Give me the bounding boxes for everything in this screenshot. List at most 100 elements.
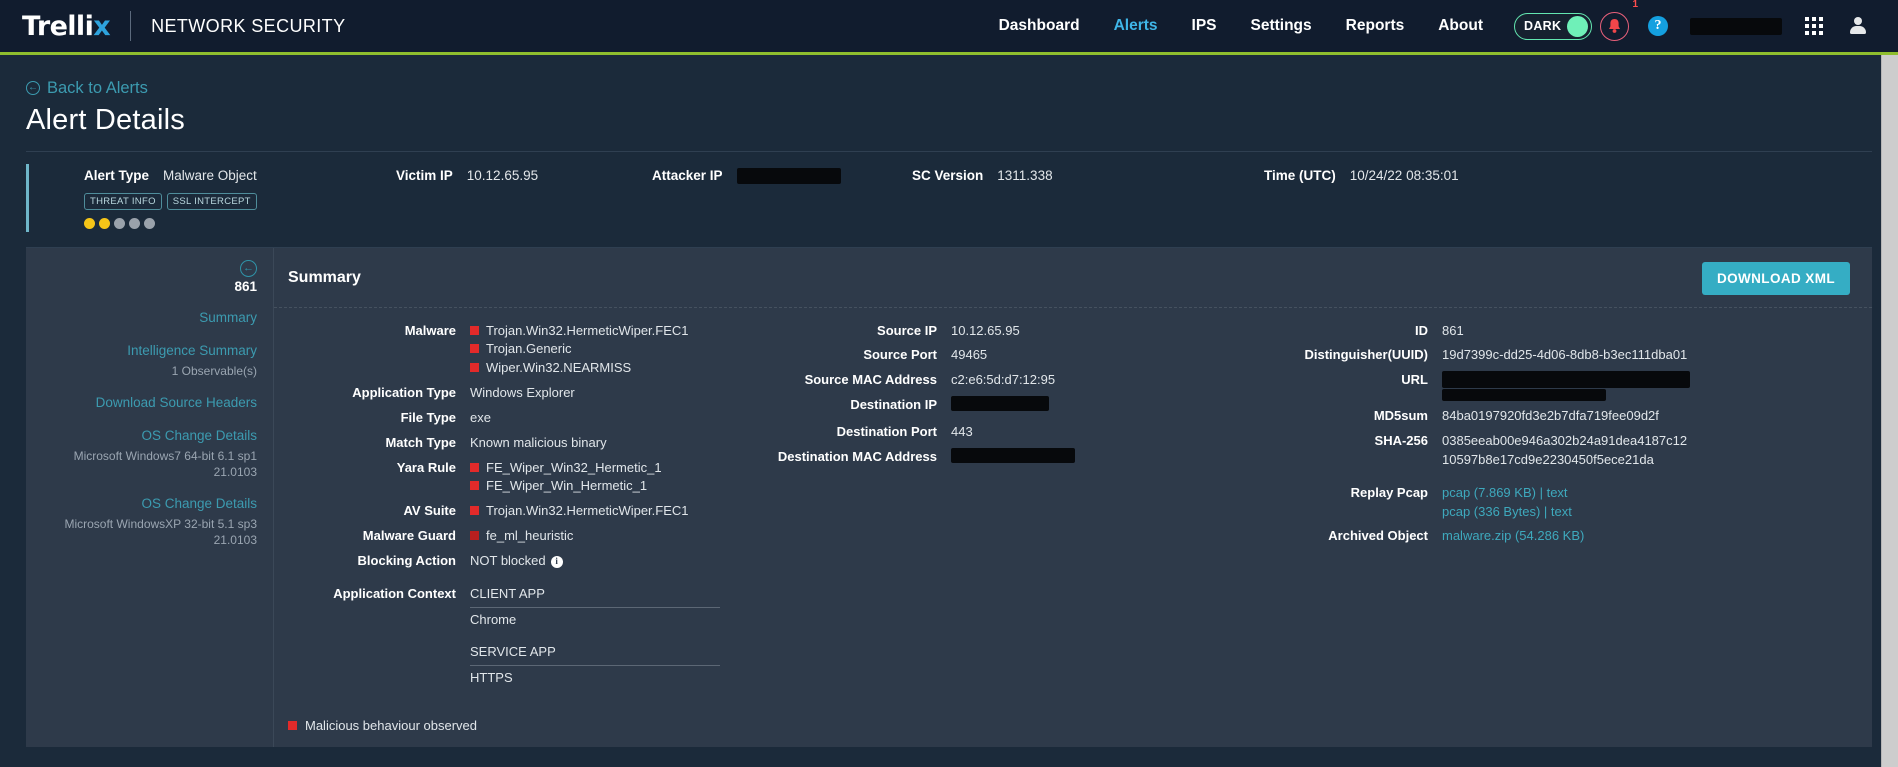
summary-column-identity: ID 861 Distinguisher(UUID) 19d7399c-dd25…: [1254, 322, 1774, 734]
source-mac-value: c2:e6:5d:d7:12:95: [951, 372, 1056, 388]
severity-square-icon: [470, 462, 479, 472]
replay-pcap-file-link-1[interactable]: pcap (7.869 KB): [1442, 485, 1536, 500]
client-app-block: CLIENT APP Chrome: [470, 585, 720, 630]
field-sha256: SHA-256 0385eeab00e946a302b24a91dea4187c…: [1254, 432, 1774, 470]
destination-port-value: 443: [951, 423, 973, 439]
archived-object-link[interactable]: malware.zip (54.286 KB): [1442, 528, 1584, 543]
replay-pcap-row-1: pcap (7.869 KB) | text: [1442, 484, 1692, 503]
sidebar-item-intelligence-summary[interactable]: Intelligence Summary: [36, 341, 257, 361]
service-app-header: SERVICE APP: [470, 643, 720, 667]
dark-mode-toggle[interactable]: DARK: [1514, 12, 1592, 40]
url-label: URL: [1401, 372, 1428, 388]
tag-ssl-intercept[interactable]: SSL INTERCEPT: [166, 192, 257, 210]
av-suite-label: AV Suite: [403, 503, 457, 519]
id-value: 861: [1442, 322, 1464, 338]
field-malware: Malware Trojan.Win32.HermeticWiper.FEC1 …: [274, 322, 754, 379]
sidebar-item-os-change-details-1[interactable]: OS Change Details: [36, 426, 257, 446]
malware-item: Trojan.Generic: [470, 340, 720, 359]
redacted-account-label: [1690, 17, 1782, 35]
tag-threat-info[interactable]: THREAT INFO: [84, 192, 162, 210]
sidebar-item-os-change-details-2[interactable]: OS Change Details: [36, 494, 257, 514]
uuid-label: Distinguisher(UUID): [1304, 347, 1429, 363]
help-button[interactable]: ?: [1636, 4, 1680, 48]
service-app-value: HTTPS: [470, 670, 513, 686]
toggle-knob: [1567, 15, 1588, 37]
nav-item-about[interactable]: About: [1421, 17, 1500, 35]
nav-item-ips[interactable]: IPS: [1175, 17, 1234, 35]
replay-pcap-text-link-1[interactable]: text: [1547, 485, 1568, 500]
link-separator: |: [1539, 484, 1543, 500]
archived-object-label: Archived Object: [1328, 528, 1428, 544]
sidebar-sub-intelligence-summary: 1 Observable(s): [171, 363, 257, 378]
brand-area: Trellix NETWORK SECURITY: [22, 11, 346, 42]
malware-name: Wiper.Win32.NEARMISS: [486, 360, 632, 376]
alert-tags: THREAT INFO SSL INTERCEPT: [84, 192, 257, 210]
severity-square-icon: [470, 325, 479, 335]
replay-pcap-file-link-2[interactable]: pcap (336 Bytes): [1442, 504, 1540, 519]
sidebar-item-download-source-headers[interactable]: Download Source Headers: [36, 393, 257, 413]
collapse-sidebar-button[interactable]: ←: [240, 259, 257, 277]
malware-label: Malware: [404, 322, 456, 338]
malware-guard-value: fe_ml_heuristic: [470, 527, 720, 546]
back-to-alerts-link[interactable]: ← Back to Alerts: [26, 79, 148, 98]
field-id: ID 861: [1254, 322, 1774, 341]
nav-utility-icons: DARK 1 ?: [1514, 0, 1880, 48]
sidebar-item-summary[interactable]: Summary: [36, 308, 257, 328]
bell-glyph: [1608, 19, 1620, 33]
redacted-attacker-ip: [736, 167, 841, 184]
replay-pcap-text-link-2[interactable]: text: [1551, 504, 1572, 519]
notifications-button[interactable]: 1: [1592, 0, 1638, 48]
field-blocking-action: Blocking Action NOT blocked i: [274, 552, 754, 571]
field-destination-port: Destination Port 443: [754, 423, 1254, 442]
file-type-value: exe: [470, 409, 491, 425]
page-vertical-scrollbar[interactable]: [1881, 55, 1898, 767]
brand-divider: [130, 11, 132, 41]
av-suite-value: Trojan.Win32.HermeticWiper.FEC1: [470, 502, 720, 521]
blocking-action-value: NOT blocked i: [470, 552, 720, 571]
meta-time-utc: Time (UTC) 10/24/22 08:35:01: [1264, 168, 1459, 183]
app-switcher-button[interactable]: [1792, 4, 1836, 48]
yara-rule-value: FE_Wiper_Win32_Hermetic_1 FE_Wiper_Win_H…: [470, 459, 720, 497]
attacker-ip-value: [736, 167, 841, 184]
match-type-label: Match Type: [385, 434, 456, 450]
field-source-mac: Source MAC Address c2:e6:5d:d7:12:95: [754, 371, 1254, 390]
severity-dot: [129, 217, 140, 229]
meta-alert-type: Alert Type Malware Object THREAT INFO SS…: [26, 168, 396, 229]
severity-square-icon: [470, 481, 479, 491]
match-type-value: Known malicious binary: [470, 434, 607, 450]
blocking-action-text: NOT blocked: [470, 552, 546, 568]
user-profile-button[interactable]: [1836, 4, 1880, 48]
md5-label: MD5sum: [1373, 408, 1428, 424]
field-file-type: File Type exe: [274, 409, 754, 428]
nav-item-dashboard[interactable]: Dashboard: [982, 17, 1097, 35]
meta-sc-version: SC Version 1311.338: [912, 168, 1264, 183]
time-utc-label: Time (UTC): [1264, 167, 1336, 183]
sidebar-sub-os-change-details-2: Microsoft WindowsXP 32-bit 5.1 sp3 21.01…: [64, 516, 257, 548]
field-application-context: Application Context CLIENT APP Chrome SE…: [274, 585, 754, 688]
attacker-ip-label: Attacker IP: [652, 167, 723, 183]
nav-item-settings[interactable]: Settings: [1234, 17, 1329, 35]
field-replay-pcap: Replay Pcap pcap (7.869 KB) | text pcap …: [1254, 484, 1774, 522]
alert-sidebar: ← 861 Summary Intelligence Summary 1 Obs…: [26, 247, 274, 747]
nav-item-reports[interactable]: Reports: [1329, 17, 1422, 35]
field-source-ip: Source IP 10.12.65.95: [754, 322, 1254, 341]
source-ip-label: Source IP: [877, 322, 937, 338]
severity-dot: [114, 217, 125, 229]
malicious-behaviour-text: Malicious behaviour observed: [305, 718, 477, 734]
severity-dot: [84, 217, 95, 229]
meta-accent-bar: [26, 163, 29, 232]
application-type-value: Windows Explorer: [470, 385, 575, 401]
link-separator: |: [1543, 503, 1548, 519]
yara-rule-name: FE_Wiper_Win32_Hermetic_1: [486, 459, 662, 475]
sc-version-label: SC Version: [912, 167, 984, 183]
malware-item: Trojan.Win32.HermeticWiper.FEC1: [470, 322, 720, 341]
redacted-url-line-1: [1442, 371, 1690, 389]
yara-rule-name: FE_Wiper_Win_Hermetic_1: [486, 478, 648, 494]
info-icon[interactable]: i: [550, 555, 563, 568]
client-app-header: CLIENT APP: [470, 585, 720, 608]
back-arrow-icon: ←: [26, 81, 40, 95]
nav-item-alerts[interactable]: Alerts: [1097, 17, 1175, 35]
trellix-logo: Trellix: [22, 11, 111, 42]
severity-square-icon: [470, 531, 479, 541]
download-xml-button[interactable]: DOWNLOAD XML: [1701, 261, 1850, 295]
